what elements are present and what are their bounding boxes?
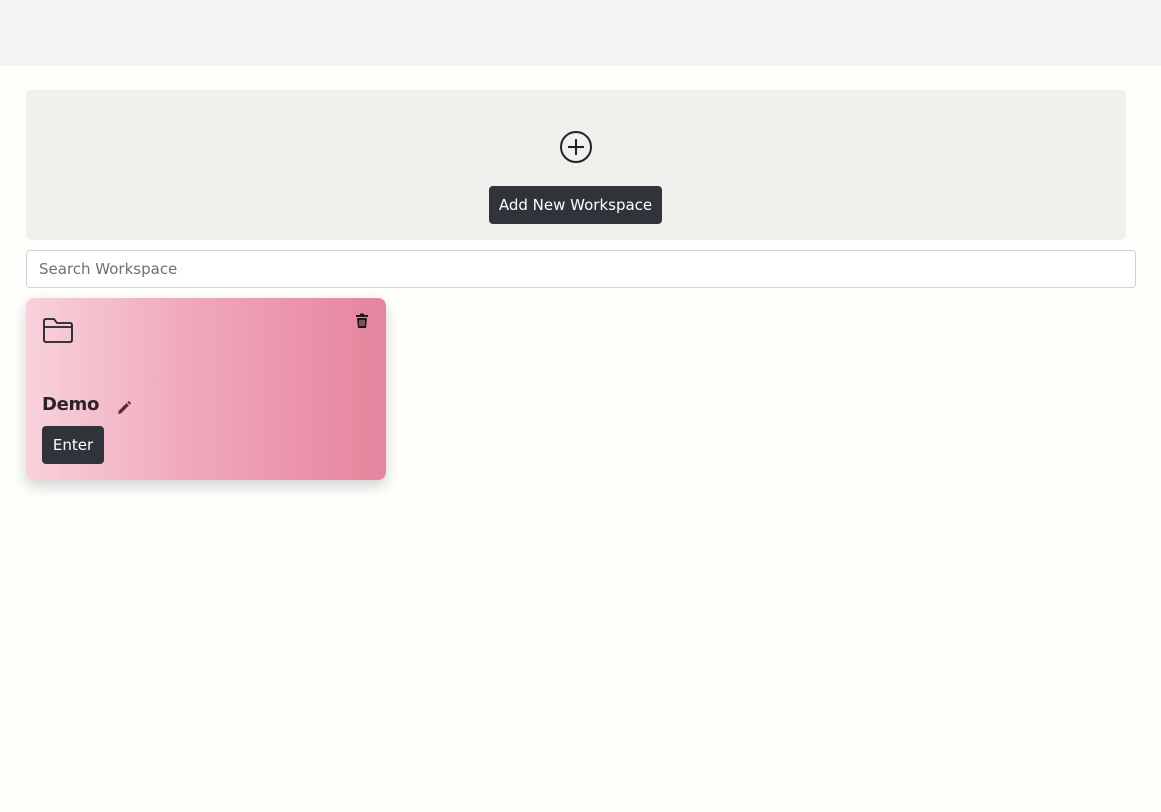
- plus-circle-icon[interactable]: [559, 130, 593, 164]
- top-navbar: [0, 0, 1161, 66]
- add-workspace-panel: Add New Workspace: [26, 90, 1126, 240]
- add-workspace-button[interactable]: Add New Workspace: [489, 186, 662, 224]
- search-workspace-input[interactable]: [26, 250, 1136, 288]
- enter-workspace-button[interactable]: Enter: [42, 426, 104, 464]
- workspace-title: Demo: [42, 394, 100, 415]
- workspace-card: Demo Enter: [26, 298, 386, 480]
- trash-icon[interactable]: [353, 312, 371, 330]
- pencil-icon[interactable]: [116, 400, 132, 416]
- folder-icon: [42, 316, 74, 344]
